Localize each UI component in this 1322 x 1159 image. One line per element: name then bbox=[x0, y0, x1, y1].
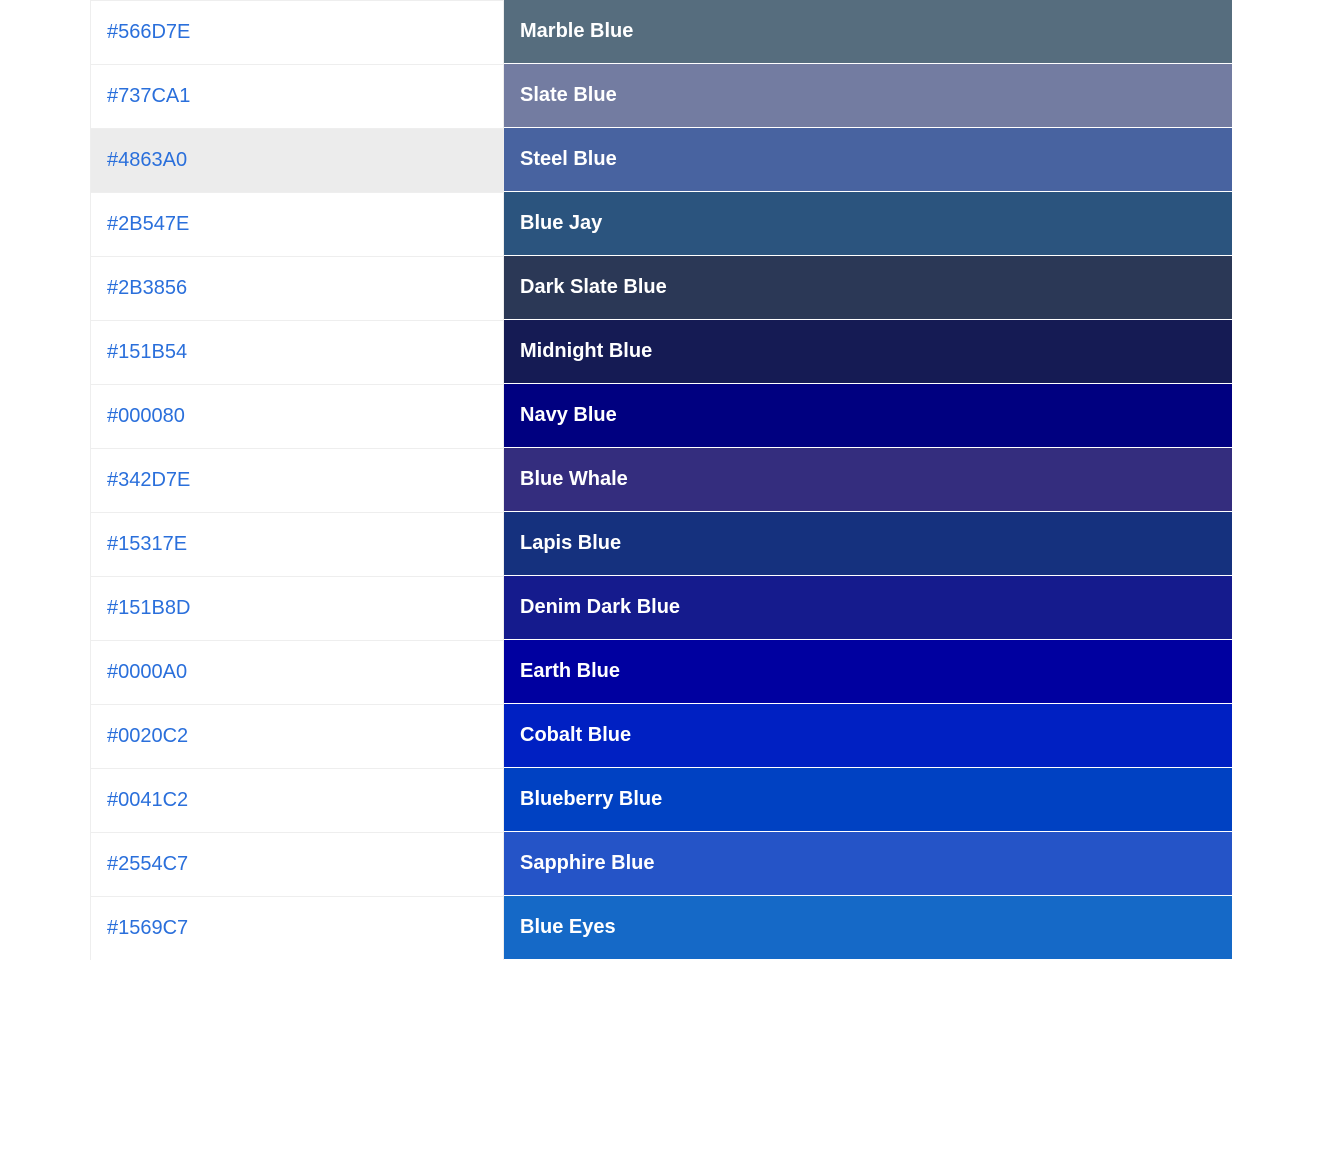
hex-code-link[interactable]: #2554C7 bbox=[107, 853, 188, 875]
hex-code-cell: #342D7E bbox=[90, 448, 504, 512]
hex-code-link[interactable]: #0041C2 bbox=[107, 789, 188, 811]
table-row: #4863A0 Steel Blue bbox=[90, 128, 1232, 192]
hex-code-cell: #0041C2 bbox=[90, 768, 504, 832]
swatch-cell: Lapis Blue bbox=[504, 512, 1232, 576]
hex-code-link[interactable]: #151B54 bbox=[107, 341, 187, 363]
hex-code-link[interactable]: #0000A0 bbox=[107, 661, 187, 683]
hex-code-cell: #566D7E bbox=[90, 0, 504, 64]
hex-code-cell: #151B8D bbox=[90, 576, 504, 640]
hex-code-cell: #000080 bbox=[90, 384, 504, 448]
color-table-container: #566D7EMarble Blue#737CA1Slate Blue#4863… bbox=[90, 0, 1232, 960]
swatch-cell: Blue Eyes bbox=[504, 896, 1232, 960]
table-row: #342D7E Blue Whale bbox=[90, 448, 1232, 512]
table-row: #0041C2 Blueberry Blue bbox=[90, 768, 1232, 832]
swatch-cell: Denim Dark Blue bbox=[504, 576, 1232, 640]
color-swatch[interactable]: Blue Jay bbox=[504, 192, 1232, 256]
hex-code-link[interactable]: #2B547E bbox=[107, 213, 189, 235]
table-row: #151B8D Denim Dark Blue bbox=[90, 576, 1232, 640]
hex-code-link[interactable]: #342D7E bbox=[107, 469, 190, 491]
color-swatch[interactable]: Blue Eyes bbox=[504, 896, 1232, 960]
hex-code-cell: #2B3856 bbox=[90, 256, 504, 320]
color-swatch[interactable]: Marble Blue bbox=[504, 0, 1232, 64]
table-row: #151B54 Midnight Blue bbox=[90, 320, 1232, 384]
hex-code-cell: #4863A0 bbox=[90, 128, 504, 192]
table-row: #000080 Navy Blue bbox=[90, 384, 1232, 448]
color-swatch[interactable]: Dark Slate Blue bbox=[504, 256, 1232, 320]
table-row: #0000A0 Earth Blue bbox=[90, 640, 1232, 704]
swatch-cell: Marble Blue bbox=[504, 0, 1232, 64]
table-row: #15317E Lapis Blue bbox=[90, 512, 1232, 576]
hex-code-cell: #737CA1 bbox=[90, 64, 504, 128]
color-swatch[interactable]: Blueberry Blue bbox=[504, 768, 1232, 832]
hex-code-cell: #2554C7 bbox=[90, 832, 504, 896]
hex-code-cell: #0020C2 bbox=[90, 704, 504, 768]
hex-code-link[interactable]: #1569C7 bbox=[107, 917, 188, 939]
color-swatch[interactable]: Steel Blue bbox=[504, 128, 1232, 192]
swatch-cell: Navy Blue bbox=[504, 384, 1232, 448]
table-row: #2554C7 Sapphire Blue bbox=[90, 832, 1232, 896]
hex-code-link[interactable]: #2B3856 bbox=[107, 277, 187, 299]
color-table: #566D7EMarble Blue#737CA1Slate Blue#4863… bbox=[90, 0, 1232, 960]
hex-code-cell: #1569C7 bbox=[90, 896, 504, 960]
swatch-cell: Steel Blue bbox=[504, 128, 1232, 192]
swatch-cell: Cobalt Blue bbox=[504, 704, 1232, 768]
swatch-cell: Blueberry Blue bbox=[504, 768, 1232, 832]
swatch-cell: Midnight Blue bbox=[504, 320, 1232, 384]
hex-code-link[interactable]: #0020C2 bbox=[107, 725, 188, 747]
hex-code-link[interactable]: #15317E bbox=[107, 533, 187, 555]
hex-code-link[interactable]: #566D7E bbox=[107, 21, 190, 43]
swatch-cell: Sapphire Blue bbox=[504, 832, 1232, 896]
hex-code-cell: #15317E bbox=[90, 512, 504, 576]
color-swatch[interactable]: Slate Blue bbox=[504, 64, 1232, 128]
swatch-cell: Blue Jay bbox=[504, 192, 1232, 256]
color-swatch[interactable]: Denim Dark Blue bbox=[504, 576, 1232, 640]
color-swatch[interactable]: Cobalt Blue bbox=[504, 704, 1232, 768]
hex-code-link[interactable]: #000080 bbox=[107, 405, 185, 427]
table-row: #737CA1 Slate Blue bbox=[90, 64, 1232, 128]
table-row: #2B3856 Dark Slate Blue bbox=[90, 256, 1232, 320]
table-row: #1569C7 Blue Eyes bbox=[90, 896, 1232, 960]
table-row: #566D7E Marble Blue bbox=[90, 0, 1232, 64]
table-row: #2B547E Blue Jay bbox=[90, 192, 1232, 256]
hex-code-link[interactable]: #151B8D bbox=[107, 597, 190, 619]
hex-code-link[interactable]: #737CA1 bbox=[107, 85, 190, 107]
table-row: #0020C2 Cobalt Blue bbox=[90, 704, 1232, 768]
swatch-cell: Blue Whale bbox=[504, 448, 1232, 512]
color-swatch[interactable]: Blue Whale bbox=[504, 448, 1232, 512]
color-swatch[interactable]: Sapphire Blue bbox=[504, 832, 1232, 896]
swatch-cell: Slate Blue bbox=[504, 64, 1232, 128]
hex-code-cell: #2B547E bbox=[90, 192, 504, 256]
color-swatch[interactable]: Navy Blue bbox=[504, 384, 1232, 448]
hex-code-cell: #0000A0 bbox=[90, 640, 504, 704]
hex-code-cell: #151B54 bbox=[90, 320, 504, 384]
swatch-cell: Earth Blue bbox=[504, 640, 1232, 704]
color-swatch[interactable]: Earth Blue bbox=[504, 640, 1232, 704]
hex-code-link[interactable]: #4863A0 bbox=[107, 149, 187, 171]
color-swatch[interactable]: Midnight Blue bbox=[504, 320, 1232, 384]
color-swatch[interactable]: Lapis Blue bbox=[504, 512, 1232, 576]
swatch-cell: Dark Slate Blue bbox=[504, 256, 1232, 320]
